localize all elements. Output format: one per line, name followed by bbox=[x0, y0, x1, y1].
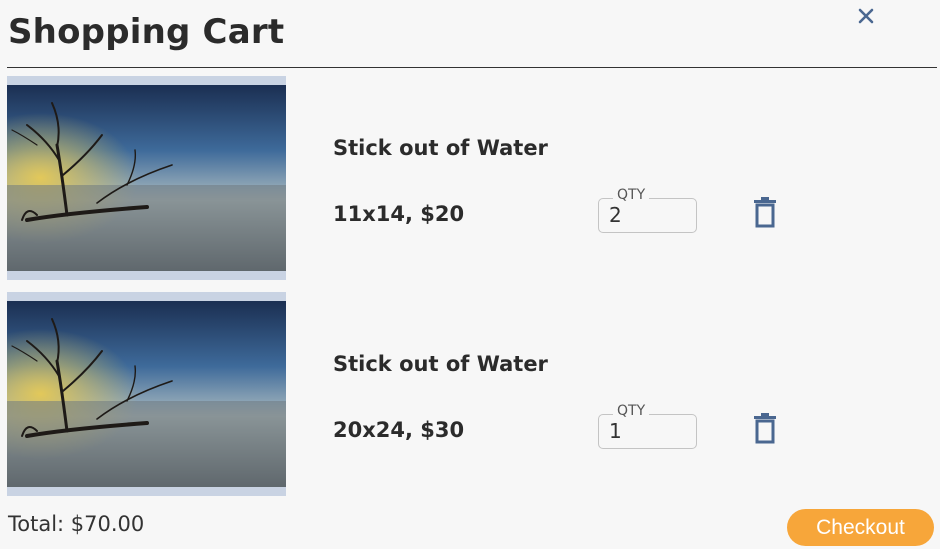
product-option-price: 20x24, $30 bbox=[333, 418, 465, 442]
product-image bbox=[7, 301, 286, 487]
product-thumbnail[interactable] bbox=[7, 292, 286, 496]
product-option-price: 11x14, $20 bbox=[333, 202, 465, 226]
quantity-label: QTY bbox=[613, 403, 650, 419]
checkout-button[interactable]: Checkout bbox=[787, 509, 934, 546]
cart-total: Total: $70.00 bbox=[8, 512, 145, 536]
trash-icon bbox=[754, 413, 776, 444]
product-name: Stick out of Water bbox=[333, 352, 548, 376]
product-image bbox=[7, 85, 286, 271]
trash-icon bbox=[754, 197, 776, 228]
close-icon bbox=[858, 8, 874, 24]
quantity-value[interactable]: 1 bbox=[609, 419, 622, 443]
product-thumbnail[interactable] bbox=[7, 76, 286, 280]
close-button[interactable] bbox=[854, 4, 878, 28]
remove-item-button[interactable] bbox=[752, 196, 778, 228]
page-title: Shopping Cart bbox=[8, 12, 285, 52]
quantity-input[interactable]: QTY 2 bbox=[598, 187, 697, 233]
quantity-label: QTY bbox=[613, 187, 650, 203]
quantity-value[interactable]: 2 bbox=[609, 203, 622, 227]
quantity-input[interactable]: QTY 1 bbox=[598, 403, 697, 449]
cart-item: Stick out of Water 20x24, $30 QTY 1 bbox=[0, 292, 940, 496]
product-name: Stick out of Water bbox=[333, 136, 548, 160]
remove-item-button[interactable] bbox=[752, 412, 778, 444]
cart-item: Stick out of Water 11x14, $20 QTY 2 bbox=[0, 76, 940, 280]
header-divider bbox=[7, 67, 937, 68]
